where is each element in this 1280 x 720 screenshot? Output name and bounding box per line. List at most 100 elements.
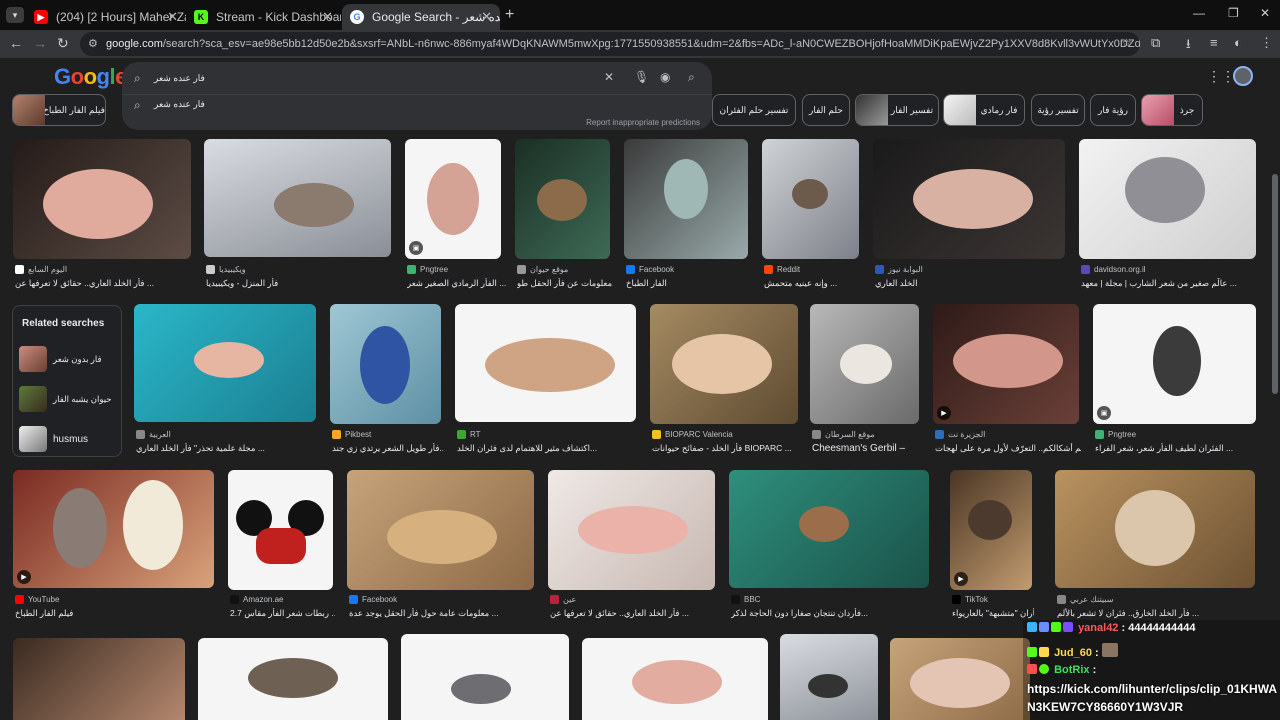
result-image[interactable] (228, 470, 333, 590)
result-caption[interactable]: عالَم صغير من شعر الشارب | مجلة | معهد .… (1081, 278, 1258, 289)
result-image[interactable]: ▣ (405, 139, 501, 259)
related-item[interactable]: حيوان يشبه الفار (19, 384, 119, 414)
result-caption[interactable]: ربطات شعر الفأر مقاس 2.7 ... (230, 608, 335, 619)
result-caption[interactable]: فأر المنزل - ويكيبيديا (206, 278, 393, 289)
close-tab-icon[interactable]: ✕ (481, 9, 492, 25)
result-image[interactable] (13, 638, 185, 720)
tab-kick[interactable]: K Stream - Kick Dashboard ✕ (186, 4, 341, 30)
result-image[interactable] (780, 634, 878, 720)
chip-filter[interactable]: تفسير الفار (855, 94, 939, 126)
result-source[interactable]: موقع السرطان (812, 430, 875, 439)
download-icon[interactable]: ⭳ (1186, 35, 1191, 57)
result-image[interactable] (455, 304, 636, 422)
result-source[interactable]: موقع حيوان (517, 265, 568, 274)
result-image[interactable] (624, 139, 748, 259)
result-image[interactable] (1079, 139, 1256, 259)
result-caption[interactable]: فأر الخلد - صفائح حيوانات BIOPARC ... (652, 443, 800, 454)
result-caption[interactable]: معلومات عامة حول فأر الحقل يوجد عدة ... (349, 608, 536, 619)
result-source[interactable]: davidson.org.il (1081, 265, 1146, 274)
result-image[interactable]: ▶ (933, 304, 1079, 424)
close-tab-icon[interactable]: ✕ (167, 9, 178, 25)
result-image[interactable] (134, 304, 316, 422)
result-image[interactable] (810, 304, 919, 424)
result-source[interactable]: BIOPARC Valencia (652, 430, 733, 439)
result-source[interactable]: سبيتنك عربي (1057, 595, 1113, 604)
avatar[interactable] (1233, 66, 1253, 86)
result-source[interactable]: Facebook (349, 595, 397, 604)
profile-icon[interactable]: ◐ (1234, 35, 1242, 50)
extensions-icon[interactable]: ⧉ (1151, 35, 1160, 51)
result-source[interactable]: Pngtree (407, 265, 448, 274)
report-predictions-link[interactable]: Report inappropriate predictions (586, 118, 700, 127)
menu-icon[interactable]: ⋮ (1260, 35, 1273, 51)
result-image[interactable] (198, 638, 388, 720)
bookmark-star-icon[interactable]: ☆ (1121, 36, 1132, 50)
result-image[interactable]: ▶ (950, 470, 1032, 590)
media-icon[interactable]: ≡ (1210, 35, 1218, 50)
clear-icon[interactable]: ✕ (604, 70, 614, 84)
result-image[interactable] (762, 139, 859, 259)
reload-icon[interactable]: ↻ (57, 35, 69, 52)
camera-icon[interactable]: ◉ (660, 70, 670, 84)
forward-icon[interactable]: → (33, 35, 47, 51)
tab-youtube[interactable]: ▶ (204) [2 Hours] Maher Zain ✕ (26, 4, 186, 30)
result-source[interactable]: Facebook (626, 265, 674, 274)
result-source[interactable]: البوابة نيوز (875, 265, 923, 274)
result-caption[interactable]: وإنه عينيه متحمش ... (764, 278, 861, 289)
result-image[interactable] (582, 638, 768, 720)
result-source[interactable]: ويكيبيديا (206, 265, 246, 274)
page-scrollbar[interactable] (1272, 174, 1278, 394)
result-image[interactable] (890, 638, 1030, 720)
result-image[interactable] (401, 634, 569, 720)
result-image[interactable] (330, 304, 441, 424)
result-caption[interactable]: أسم أشكالكم.. التعرّف لأول مرة على لهجات… (935, 443, 1081, 454)
result-caption[interactable]: Cheesman's Gerbil – (812, 443, 921, 454)
result-caption[interactable]: اكتشاف مثير للاهتمام لدى فئران الخلد... (457, 443, 638, 454)
search-input[interactable]: ⌕ فار عنده شعر ✕ 🎙 ◉ ⌕ (122, 62, 712, 94)
microphone-icon[interactable]: 🎙 (634, 70, 649, 84)
result-image[interactable] (873, 139, 1065, 259)
result-source[interactable]: عين (550, 595, 576, 604)
result-caption[interactable]: الخلد العاري (875, 278, 1067, 289)
result-source[interactable]: العربية (136, 430, 171, 439)
suggestion-item[interactable]: فار عنده شعر (154, 99, 205, 110)
result-caption[interactable]: فأردان تنتجان صغارا دون الحاجة لذكر... (731, 608, 931, 619)
minimize-button[interactable]: — (1193, 6, 1205, 20)
result-source[interactable]: RT (457, 430, 481, 439)
result-image[interactable] (729, 470, 929, 588)
search-submit-icon[interactable]: ⌕ (688, 70, 695, 85)
result-caption[interactable]: الفأر الرمادي الصغير شعر ... (407, 278, 507, 289)
result-caption[interactable]: فأران "متشبهة" بالعاريواء... (952, 608, 1034, 619)
result-caption[interactable]: فأر الخلد الخارق.. فئران لا تشعر بالألم … (1057, 608, 1257, 619)
result-image[interactable]: ▣ (1093, 304, 1256, 424)
result-image[interactable] (204, 139, 391, 257)
result-image[interactable] (515, 139, 610, 259)
result-caption[interactable]: فأر الخلد العاري.. حقائق لا تعرفها عن ..… (550, 608, 717, 619)
result-source[interactable]: BBC (731, 595, 760, 604)
result-source[interactable]: YouTube (15, 595, 59, 604)
result-source[interactable]: Amazon.ae (230, 595, 283, 604)
result-source[interactable]: Pngtree (1095, 430, 1136, 439)
tab-google-search[interactable]: G Google Search - فار عنده شعر ✕ (342, 4, 500, 30)
chat-link[interactable]: https://kick.com/lihunter/clips/clip_01K… (1027, 682, 1277, 696)
result-caption[interactable]: معلومات عن فأر الحقل طو... (517, 278, 613, 289)
google-logo[interactable]: Google (54, 64, 127, 90)
site-info-icon[interactable]: ⚙ (88, 37, 98, 50)
result-caption[interactable]: فأر الخلد العاري.. حقائق لا تعرفها عن ..… (15, 278, 193, 289)
result-caption[interactable]: الفئران لطيف الفأر شعر، شعر الفراء ... (1095, 443, 1258, 454)
result-caption[interactable]: فأر طويل الشعر يرتدي زي جند... (332, 443, 443, 454)
close-window-button[interactable]: ✕ (1260, 6, 1270, 20)
result-caption[interactable]: فيلم الفار الطباخ (15, 608, 216, 619)
chip-filter[interactable]: فار رمادي (943, 94, 1025, 126)
result-source[interactable]: اليوم السابع (15, 265, 67, 274)
chip-filter[interactable]: جرذ (1141, 94, 1203, 126)
address-bar[interactable]: ⚙ google.com/search?sca_esv=ae98e5bb12d5… (80, 32, 1140, 56)
result-image[interactable] (347, 470, 534, 590)
chat-link[interactable]: N3KEW7CY86660Y1W3VJR (1027, 700, 1183, 714)
result-image[interactable] (1055, 470, 1255, 588)
maximize-button[interactable]: ❐ (1228, 6, 1239, 20)
back-icon[interactable]: ← (9, 35, 23, 51)
result-image[interactable] (548, 470, 715, 590)
result-caption[interactable]: مجلة علمية تحذر" فأر الخلد العاري ... (136, 443, 318, 454)
result-source[interactable]: Pikbest (332, 430, 371, 439)
